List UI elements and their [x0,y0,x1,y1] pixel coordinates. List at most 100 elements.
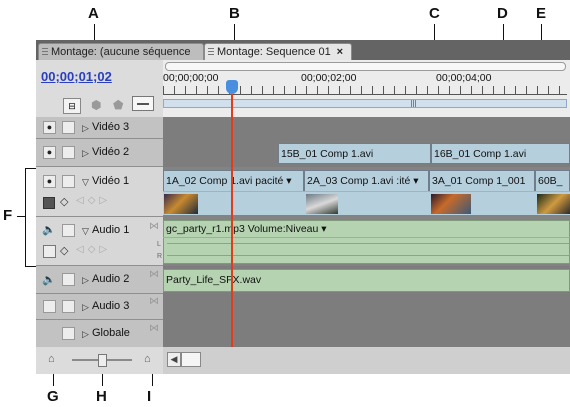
keyframe-nav-icon[interactable]: ◁◇▷ [76,244,111,255]
marker-tool-icon[interactable]: ⬢ [91,98,101,112]
eye-icon[interactable]: ● [43,146,56,159]
tab-no-sequence[interactable]: Montage: (aucune séquence [38,43,204,60]
cti-line [231,94,233,117]
track-video-2[interactable]: ● ▷ Vidéo 2 [36,139,163,167]
clip-60b[interactable]: 60B_ [535,170,570,191]
clip-1a[interactable]: 1A_02 Comp 1.avi pacité ▾ [163,170,304,191]
eye-icon[interactable]: ● [43,121,56,134]
tab-sequence-01[interactable]: Montage: Sequence 01 × [204,43,352,60]
snap-icon[interactable]: ⊟ [63,98,81,114]
clip-16b[interactable]: 16B_01 Comp 1.avi [431,143,570,164]
waveform-left [167,243,570,244]
mute-toggle[interactable] [43,300,56,313]
ruler-tick-2: 00;00;02;00 [301,72,357,84]
callout-c: C [429,5,440,22]
speaker-icon[interactable]: 🔈 [42,273,56,286]
horizontal-scrollbar[interactable]: ◀ [163,347,570,374]
expand-triangle-icon[interactable]: ▷ [82,275,89,286]
track-target-icon[interactable] [132,96,154,111]
opacity-line[interactable] [163,191,570,192]
lock-toggle[interactable] [62,327,75,340]
callout-h: H [96,388,107,405]
clip-thumbnail [537,194,570,214]
callout-a: A [88,5,99,22]
eye-icon[interactable]: ● [43,175,56,188]
clip-15b[interactable]: 15B_01 Comp 1.avi [278,143,431,164]
expand-triangle-icon[interactable]: ▷ [82,123,89,134]
timeline-tracks: 15B_01 Comp 1.avi 16B_01 Comp 1.avi 1A_0… [163,117,570,347]
clip-thumbnail [306,194,338,214]
time-ruler[interactable]: 00;00;00;00 00;00;02;00 00;00;04;00 [163,60,570,117]
clip-2a[interactable]: 2A_03 Comp 1.avi :ité ▾ [304,170,429,191]
clip-label: 15B_01 Comp 1.avi [281,148,374,160]
set-marker-icon[interactable]: ⬟ [113,98,123,112]
tab-grip-icon [208,48,214,57]
zoom-in-icon[interactable]: ⌂ [144,353,151,365]
ruler-ticks [163,86,567,95]
clip-label: gc_party_r1.mp3 Volume:Niveau ▾ [166,223,327,235]
collapse-triangle-icon[interactable]: ▽ [82,177,89,188]
lock-toggle[interactable] [62,121,75,134]
clip-label: 60B_ [538,175,563,187]
timeline-window: Montage: (aucune séquence Montage: Seque… [36,40,570,374]
track-name: Vidéo 3 [92,121,130,133]
tab-close-icon[interactable]: × [337,44,343,60]
clip-thumbnail [164,194,198,214]
bottom-bar: ⌂ ⌂ ◀ [36,347,570,374]
track-audio-1[interactable]: 🔈 ▽ Audio 1 ⋈ ◇ ◁◇▷ [36,217,163,266]
tab-grip-icon [42,48,48,57]
clip-party-life[interactable]: Party_Life_SFX.wav [163,269,570,292]
callout-b: B [229,5,240,22]
track-master[interactable]: ▷ Globale ⋈ [36,320,163,347]
lock-toggle[interactable] [62,224,75,237]
work-area-bar[interactable] [163,99,567,108]
clip-label: 1A_02 Comp 1.avi pacité ▾ [166,175,292,187]
display-style-icon[interactable] [43,245,56,258]
work-area-grip-icon[interactable] [411,100,417,107]
keyframe-icon[interactable]: ◇ [60,195,68,208]
bracket-f-mid [17,216,25,217]
clip-label: 3A_01 Comp 1_001 [432,175,526,187]
expand-triangle-icon[interactable]: ▷ [82,148,89,159]
audio-link-icon: ⋈ [149,296,159,307]
expand-triangle-icon[interactable]: ▷ [82,302,89,313]
lock-toggle[interactable] [62,300,75,313]
track-headers: ● ▷ Vidéo 3 ● ▷ Vidéo 2 ● ▽ Vidéo 1 ◇ ◁◇… [36,117,163,347]
clip-gc-party[interactable]: gc_party_r1.mp3 Volume:Niveau ▾ [163,220,570,264]
keyframe-nav-icon[interactable]: ◁◇▷ [76,195,111,206]
timeline-header: 00;00;01;02 ⊟ ⬢ ⬟ [36,60,163,117]
ruler-tick-4: 00;00;04;00 [436,72,492,84]
timeline-panel: 00;00;01;02 ⊟ ⬢ ⬟ 00;00;00;00 00;00;02;0… [36,60,570,374]
bracket-f [25,168,26,266]
audio-link-icon: ⋈ [149,323,159,334]
track-video-1[interactable]: ● ▽ Vidéo 1 ◇ ◁◇▷ [36,167,163,217]
lock-toggle[interactable] [62,175,75,188]
track-name: Vidéo 1 [92,175,130,187]
audio-link-icon: ⋈ [149,269,159,280]
current-time-indicator[interactable] [226,80,238,94]
lock-toggle[interactable] [62,273,75,286]
zoom-out-icon[interactable]: ⌂ [48,353,55,365]
callout-f: F [3,207,13,224]
collapse-triangle-icon[interactable]: ▽ [82,226,89,237]
track-video-3[interactable]: ● ▷ Vidéo 3 [36,117,163,139]
clip-label: 16B_01 Comp 1.avi [434,148,527,160]
clip-label: Party_Life_SFX.wav [166,274,262,286]
scroll-left-arrow-icon[interactable]: ◀ [167,352,181,367]
scroll-thumb[interactable] [181,352,201,367]
current-timecode[interactable]: 00;00;01;02 [41,69,112,84]
speaker-icon[interactable]: 🔈 [42,223,56,236]
tab-label: Montage: Sequence 01 [217,46,331,58]
expand-triangle-icon[interactable]: ▷ [82,329,89,340]
zoom-slider-thumb[interactable] [98,354,107,367]
track-audio-2[interactable]: 🔈 ▷ Audio 2 ⋈ [36,266,163,294]
lock-toggle[interactable] [62,146,75,159]
playhead-line [231,117,233,347]
track-audio-3[interactable]: ▷ Audio 3 ⋈ [36,294,163,320]
clip-3a[interactable]: 3A_01 Comp 1_001 [429,170,535,191]
zoom-scrollbar[interactable] [165,62,566,71]
display-style-icon[interactable] [43,197,55,209]
waveform-right [167,255,570,256]
audio-link-icon: ⋈ [149,221,159,232]
keyframe-icon[interactable]: ◇ [60,244,68,257]
